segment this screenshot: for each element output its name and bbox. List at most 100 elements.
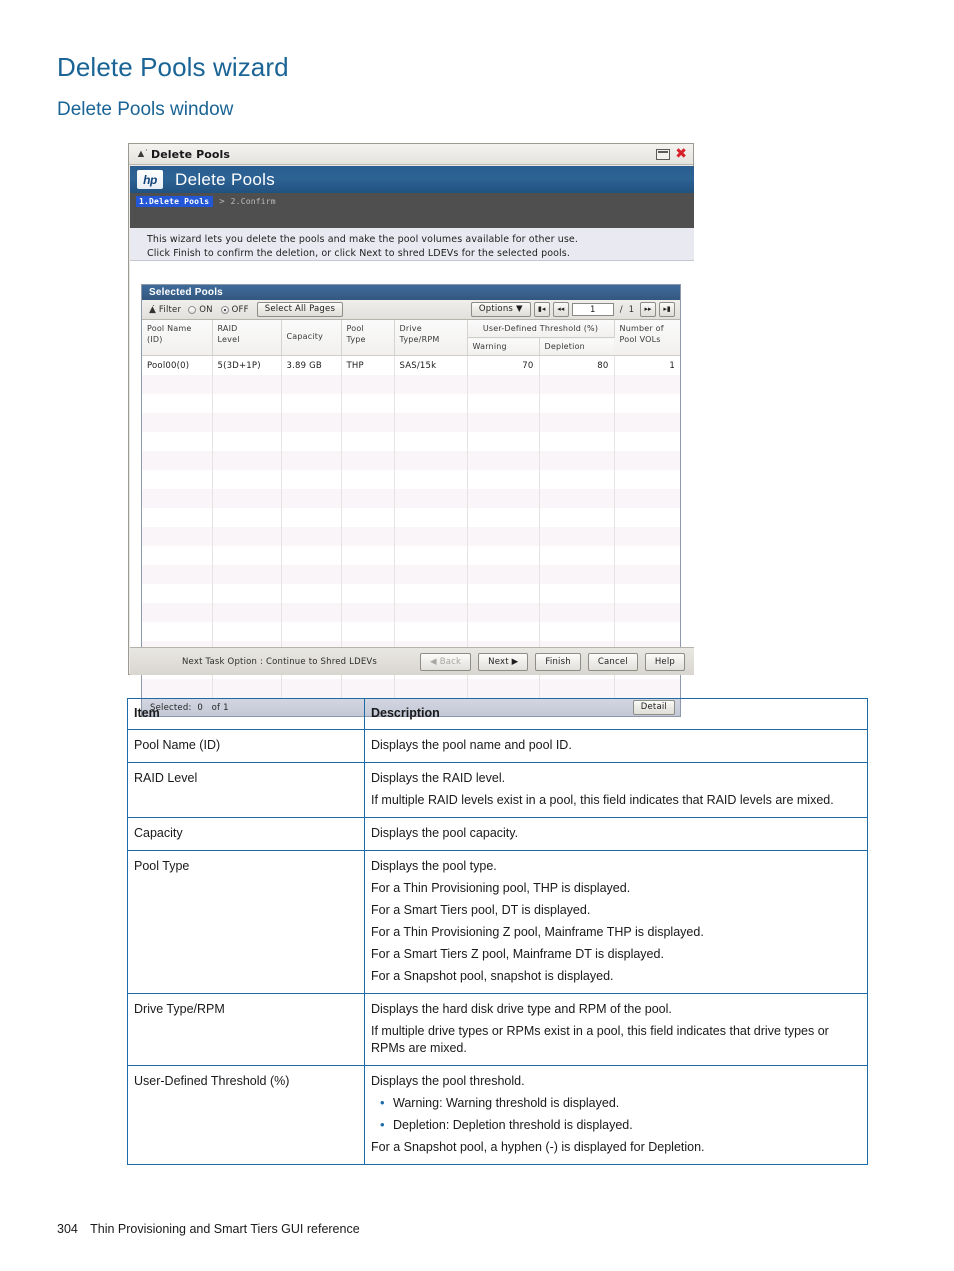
table-row-empty xyxy=(142,413,681,432)
desc-item-drive-type-rpm: Drive Type/RPM xyxy=(127,993,365,1066)
cell-raid-level: 5(3D+1P) xyxy=(212,355,282,375)
desc-paragraph: For a Thin Provisioning Z pool, Mainfram… xyxy=(371,925,704,939)
hp-logo-icon: hp xyxy=(137,170,163,189)
finish-button[interactable]: Finish xyxy=(535,652,581,671)
desc-text-raid-level: Displays the RAID level. If multiple RAI… xyxy=(364,762,868,818)
table-header-row-1: Pool Name (ID) RAID Level Capacity Pool … xyxy=(142,320,681,356)
breadcrumb-separator-icon: > xyxy=(219,196,225,207)
footer-text: Thin Provisioning and Smart Tiers GUI re… xyxy=(90,1222,360,1236)
maximize-icon[interactable] xyxy=(656,148,671,160)
desc-item-raid-level: RAID Level xyxy=(127,762,365,818)
desc-paragraph: Displays the hard disk drive type and RP… xyxy=(371,1002,672,1016)
desc-paragraph: Displays the pool name and pool ID. xyxy=(371,738,572,752)
col-header-warning[interactable]: Warning xyxy=(467,337,540,356)
col-header-raid-level[interactable]: RAID Level xyxy=(212,320,282,356)
col-header-pool-type[interactable]: Pool Type xyxy=(341,320,395,356)
banner-title: Delete Pools xyxy=(175,169,275,189)
desc-bullet-list: Warning: Warning threshold is displayed.… xyxy=(371,1094,861,1134)
col-header-pool-name[interactable]: Pool Name (ID) xyxy=(142,320,213,356)
table-row-empty xyxy=(142,508,681,527)
filter-on-radio[interactable] xyxy=(188,305,197,314)
back-button[interactable]: ◀ Back xyxy=(420,652,472,671)
instruction-line-2: Click Finish to confirm the deletion, or… xyxy=(147,248,570,259)
col-header-user-defined-threshold: User-Defined Threshold (%) xyxy=(467,320,615,338)
table-row-empty xyxy=(142,432,681,451)
desc-row-drive-type-rpm: Drive Type/RPM Displays the hard disk dr… xyxy=(127,993,868,1066)
table-row-empty xyxy=(142,603,681,622)
breadcrumb-step-1[interactable]: 1.Delete Pools xyxy=(136,196,214,207)
table-row-empty xyxy=(142,584,681,603)
desc-item-user-defined-threshold: User-Defined Threshold (%) xyxy=(127,1065,365,1165)
desc-row-raid-level: RAID Level Displays the RAID level. If m… xyxy=(127,762,868,818)
page-last-icon[interactable]: ▸▮ xyxy=(659,302,675,317)
page-first-icon[interactable]: ▮◂ xyxy=(533,302,550,317)
desc-item-capacity: Capacity xyxy=(127,817,365,851)
table-row-empty xyxy=(142,375,681,394)
desc-text-capacity: Displays the pool capacity. xyxy=(364,817,868,851)
cell-capacity: 3.89 GB xyxy=(281,355,342,375)
desc-text-pool-type: Displays the pool type. For a Thin Provi… xyxy=(364,850,868,994)
col-header-pool-name-l1: Pool Name xyxy=(147,324,192,333)
col-header-pool-vols-l1: Number of xyxy=(619,324,664,333)
desc-paragraph: For a Snapshot pool, snapshot is display… xyxy=(371,969,614,983)
col-header-drive-type-l2: Type/RPM xyxy=(399,335,440,344)
hp-banner: hp Delete Pools xyxy=(130,166,694,193)
table-row[interactable]: Pool00(0) 5(3D+1P) 3.89 GB THP SAS/15k 7… xyxy=(142,355,681,375)
table-row-empty xyxy=(142,527,681,546)
delete-pools-window-screenshot: ▲̇ Delete Pools ✖ hp Delete Pools 1.Dele… xyxy=(128,143,694,717)
col-header-drive-type-rpm[interactable]: Drive Type/RPM xyxy=(394,320,468,356)
col-header-capacity[interactable]: Capacity xyxy=(281,320,342,356)
item-description-table: Item Description Pool Name (ID) Displays… xyxy=(127,698,868,1165)
filter-off-label: OFF xyxy=(231,304,249,315)
cell-pool-type: THP xyxy=(341,355,395,375)
options-button[interactable]: Options ▼ xyxy=(470,302,531,317)
table-row-empty xyxy=(142,470,681,489)
desc-paragraph: For a Snapshot pool, a hyphen (-) is dis… xyxy=(371,1140,705,1154)
col-header-depletion[interactable]: Depletion xyxy=(539,337,615,356)
desc-text-drive-type-rpm: Displays the hard disk drive type and RP… xyxy=(364,993,868,1066)
col-header-pool-vols-l2: Pool VOLs xyxy=(619,335,661,344)
col-header-pool-name-l2: (ID) xyxy=(147,335,163,344)
desc-paragraph: If multiple RAID levels exist in a pool,… xyxy=(371,793,834,807)
selected-pools-title: Selected Pools xyxy=(142,285,680,300)
col-header-number-of-pool-vols[interactable]: Number of Pool VOLs xyxy=(614,320,681,356)
page-number-input[interactable]: 1 xyxy=(571,303,614,316)
desc-header-row: Item Description xyxy=(127,698,868,730)
col-header-drive-type-l1: Drive xyxy=(399,324,422,333)
page-total: 1 xyxy=(628,304,634,315)
desc-row-pool-name: Pool Name (ID) Displays the pool name an… xyxy=(127,729,868,763)
table-row-empty xyxy=(142,394,681,413)
page-footer: 304 Thin Provisioning and Smart Tiers GU… xyxy=(57,1222,360,1236)
cell-warning: 70 xyxy=(467,355,540,375)
chevron-down-icon: ▼ xyxy=(515,304,523,314)
desc-paragraph: For a Smart Tiers pool, DT is displayed. xyxy=(371,903,591,917)
double-chevron-up-icon[interactable]: ▲̇ xyxy=(149,305,156,315)
cancel-button[interactable]: Cancel xyxy=(587,652,638,671)
col-header-raid-level-l2: Level xyxy=(217,335,240,344)
desc-paragraph: Displays the pool type. xyxy=(371,859,497,873)
table-row-empty xyxy=(142,489,681,508)
close-icon[interactable]: ✖ xyxy=(675,147,687,161)
wizard-breadcrumb: 1.Delete Pools > 2.Confirm xyxy=(130,193,694,210)
help-button[interactable]: Help xyxy=(644,652,685,671)
cell-drive-type-rpm: SAS/15k xyxy=(394,355,468,375)
breadcrumb-step-2[interactable]: 2.Confirm xyxy=(231,197,276,206)
filter-off-radio[interactable] xyxy=(220,305,229,314)
desc-paragraph: Displays the pool capacity. xyxy=(371,826,519,840)
next-button[interactable]: Next ▶ xyxy=(478,652,529,671)
page-prev-icon[interactable]: ◂◂ xyxy=(552,302,569,317)
footer-page-number: 304 xyxy=(57,1222,78,1236)
col-header-pool-type-l1: Pool xyxy=(346,324,364,333)
double-chevron-up-icon[interactable]: ▲̇ xyxy=(135,148,147,160)
table-row-empty xyxy=(142,546,681,565)
page-next-icon[interactable]: ▸▸ xyxy=(640,302,656,317)
table-row-empty xyxy=(142,622,681,641)
desc-paragraph: Displays the pool threshold. xyxy=(371,1074,525,1088)
triangle-left-icon: ◀ xyxy=(430,656,437,667)
select-all-pages-button[interactable]: Select All Pages xyxy=(256,302,344,317)
page-title: Delete Pools wizard xyxy=(57,52,289,82)
triangle-right-icon: ▶ xyxy=(511,656,519,667)
desc-header-description: Description xyxy=(364,698,868,730)
wizard-button-bar: Next Task Option : Continue to Shred LDE… xyxy=(130,647,694,675)
window-title: Delete Pools xyxy=(151,147,231,161)
